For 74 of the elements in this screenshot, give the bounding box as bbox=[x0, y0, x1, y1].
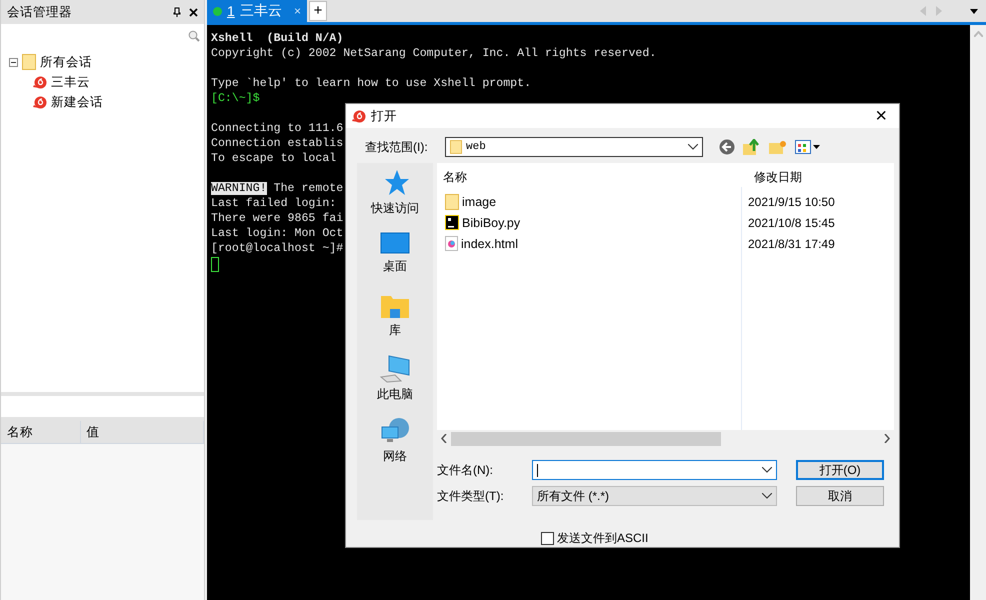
collapse-icon[interactable] bbox=[9, 58, 18, 66]
terminal-line: Connection establis bbox=[211, 136, 344, 151]
folder-icon bbox=[450, 140, 462, 154]
pin-icon[interactable] bbox=[173, 7, 181, 17]
chevron-down-icon bbox=[762, 467, 772, 473]
tab-number: 1 bbox=[227, 3, 235, 19]
file-name-label: 文件名(N): bbox=[437, 462, 494, 478]
terminal-line: There were 9865 fai bbox=[211, 211, 344, 226]
network-icon bbox=[380, 417, 410, 445]
session-icon bbox=[33, 96, 47, 108]
column-header[interactable]: 名称 bbox=[443, 170, 467, 184]
tree-item[interactable]: 新建会话 bbox=[51, 94, 103, 110]
file-type-dropdown[interactable]: 所有文件 (*.*) bbox=[532, 486, 777, 506]
session-tab[interactable]: 1 三丰云 × bbox=[207, 0, 307, 22]
scroll-thumb[interactable] bbox=[451, 432, 721, 446]
column-header: 值 bbox=[86, 424, 100, 440]
folder-icon bbox=[22, 54, 36, 70]
look-in-label: 查找范围(I): bbox=[365, 138, 429, 156]
folder-icon bbox=[445, 194, 459, 210]
terminal-line: Xshell (Build N/A) bbox=[211, 31, 344, 46]
file-date: 2021/9/15 10:50 bbox=[748, 194, 835, 208]
view-menu-icon[interactable] bbox=[795, 140, 821, 154]
place-item[interactable]: 库 bbox=[389, 322, 401, 339]
terminal-line: Last failed login: bbox=[211, 196, 336, 211]
dropdown-icon[interactable] bbox=[970, 8, 978, 14]
up-folder-icon[interactable] bbox=[743, 139, 761, 156]
terminal-line: Copyright (c) 2002 NetSarang Computer, Inc. All rights reserved. bbox=[211, 46, 656, 61]
place-item[interactable]: 此电脑 bbox=[377, 386, 413, 403]
back-icon[interactable] bbox=[719, 139, 735, 156]
file-type-label: 文件类型(T): bbox=[437, 488, 505, 504]
search-icon bbox=[188, 30, 200, 42]
look-in-dropdown[interactable]: web bbox=[445, 137, 703, 158]
app-logo-icon bbox=[352, 110, 366, 123]
dialog-title: 打开 bbox=[371, 108, 397, 125]
file-name[interactable]: BibiBoy.py bbox=[462, 216, 520, 230]
panel-title: 会话管理器 bbox=[7, 4, 72, 18]
chevron-down-icon bbox=[762, 493, 772, 499]
library-folder-icon bbox=[380, 293, 410, 319]
open-button[interactable]: 打开(O) bbox=[796, 460, 884, 480]
computer-icon bbox=[379, 355, 411, 383]
chevron-down-icon bbox=[688, 144, 698, 150]
file-name[interactable]: image bbox=[462, 194, 496, 208]
terminal-line: Last login: Mon Oct bbox=[211, 226, 344, 241]
terminal-line: Type `help' to learn how to use Xshell prompt. bbox=[211, 76, 532, 91]
desktop-icon bbox=[380, 231, 410, 255]
terminal-line: WARNING! The remote bbox=[211, 181, 344, 196]
terminal-line: Connecting to 111.6 bbox=[211, 121, 344, 136]
file-name[interactable]: index.html bbox=[461, 236, 518, 250]
scroll-left-icon[interactable] bbox=[441, 434, 447, 443]
tab-label: 三丰云 bbox=[240, 2, 282, 20]
session-icon bbox=[33, 76, 47, 88]
file-date: 2021/10/8 15:45 bbox=[748, 216, 835, 230]
html-file-icon bbox=[445, 236, 458, 251]
tree-item[interactable]: 所有会话 bbox=[40, 54, 92, 70]
terminal-line: [C:\~]$ bbox=[211, 91, 260, 106]
close-icon[interactable] bbox=[189, 8, 198, 16]
place-item[interactable]: 桌面 bbox=[383, 258, 407, 275]
checkbox[interactable] bbox=[541, 532, 554, 545]
file-date: 2021/8/31 17:49 bbox=[748, 236, 835, 250]
place-item[interactable]: 网络 bbox=[383, 448, 407, 465]
close-button[interactable]: × bbox=[869, 104, 893, 128]
scroll-right-icon[interactable] bbox=[884, 434, 890, 443]
terminal-line: [root@localhost ~]# bbox=[211, 241, 344, 256]
cancel-button[interactable]: 取消 bbox=[796, 486, 884, 506]
checkbox-label[interactable]: 发送文件到ASCII bbox=[557, 530, 648, 547]
terminal-line: To escape to local bbox=[211, 151, 336, 166]
tree-item[interactable]: 三丰云 bbox=[51, 74, 90, 90]
place-item[interactable]: 快速访问 bbox=[371, 200, 419, 217]
cursor bbox=[211, 257, 219, 272]
add-tab-button[interactable]: + bbox=[309, 1, 327, 21]
file-name-input[interactable] bbox=[532, 460, 777, 480]
column-header: 名称 bbox=[7, 424, 33, 440]
pycharm-file-icon bbox=[445, 215, 459, 230]
column-header[interactable]: 修改日期 bbox=[754, 170, 802, 184]
